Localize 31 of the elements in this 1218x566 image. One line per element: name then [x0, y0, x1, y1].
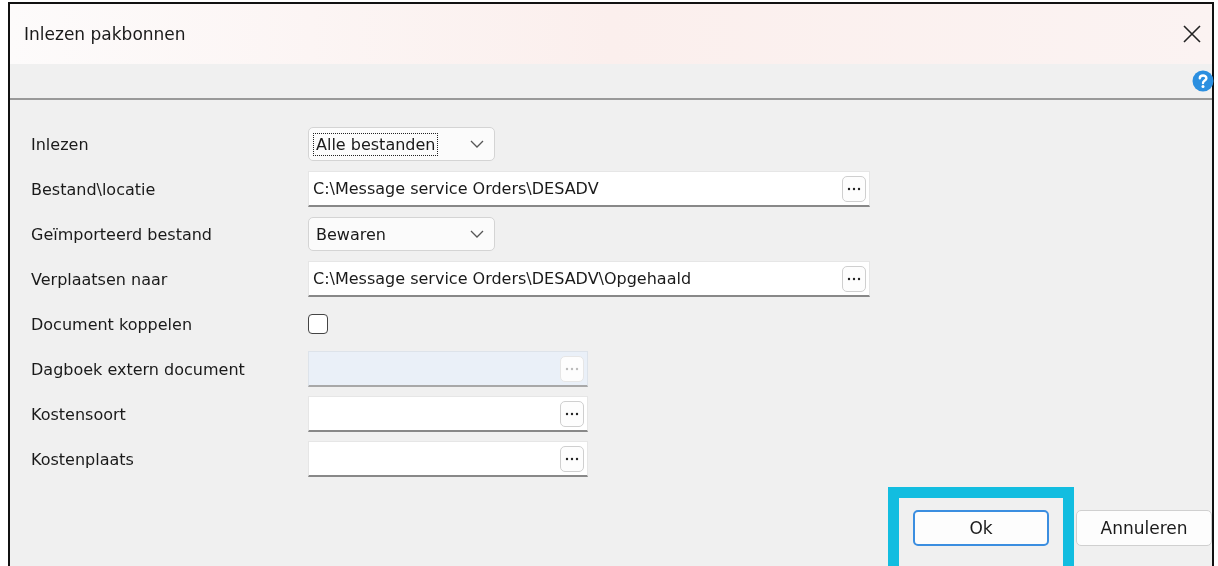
dots-icon — [847, 276, 861, 281]
chevron-down-icon — [470, 140, 484, 148]
field-label: Kostenplaats — [31, 449, 135, 469]
browse-button[interactable] — [560, 400, 584, 427]
input-field[interactable]: C:\Message service Orders\DESADV — [308, 171, 870, 207]
dots-icon — [847, 186, 861, 191]
dialog-button[interactable]: Ok — [913, 510, 1049, 546]
dropdown[interactable]: Alle bestanden — [308, 127, 495, 161]
chevron-down-icon — [470, 230, 484, 238]
dialog-button[interactable]: Annuleren — [1076, 510, 1212, 546]
field-label: Verplaatsen naar — [31, 269, 169, 289]
checkbox[interactable] — [308, 314, 328, 334]
field-label: Inlezen — [31, 134, 90, 154]
browse-button[interactable] — [560, 445, 584, 472]
dots-icon — [565, 411, 579, 416]
window-title: Inlezen pakbonnen — [24, 24, 186, 44]
help-icon[interactable] — [1192, 70, 1214, 92]
dots-icon — [565, 366, 579, 371]
input-field[interactable] — [308, 441, 588, 477]
field-label: Bestand\locatie — [31, 179, 157, 199]
close-icon[interactable] — [1182, 24, 1202, 44]
field-label: Geïmporteerd bestand — [31, 224, 213, 244]
field-label: Dagboek extern document — [31, 359, 246, 379]
dropdown[interactable]: Bewaren — [308, 217, 495, 251]
dots-icon — [565, 456, 579, 461]
field-label: Kostensoort — [31, 404, 127, 424]
browse-button[interactable] — [842, 175, 866, 202]
browse-button[interactable] — [842, 265, 866, 292]
input-field[interactable]: C:\Message service Orders\DESADV\Opgehaald — [308, 261, 870, 297]
input-field[interactable] — [308, 396, 588, 432]
field-label: Document koppelen — [31, 314, 194, 334]
